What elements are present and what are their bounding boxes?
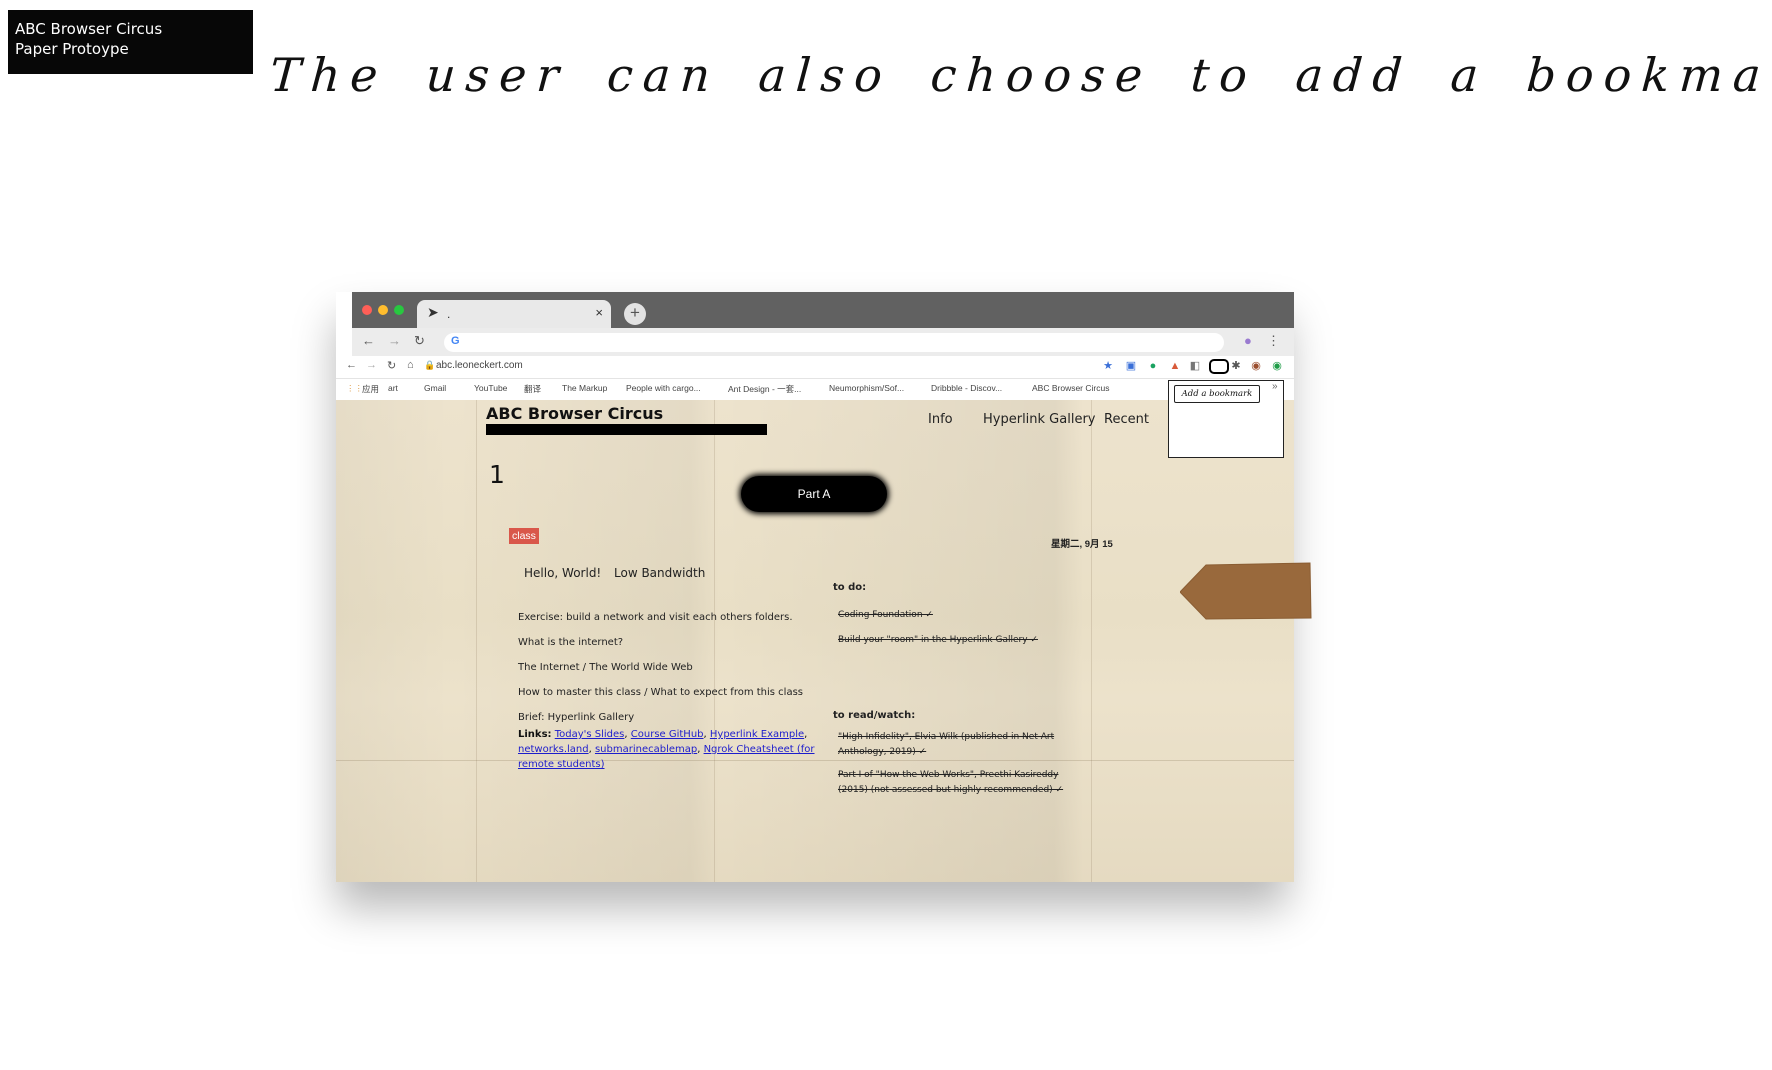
web-page: ABC Browser Circus Info Hyperlink Galler…	[336, 400, 1294, 882]
forward-icon[interactable]: →	[366, 359, 377, 371]
todo-item: Build your "room" in the Hyperlink Galle…	[838, 635, 1038, 645]
badge-line-1: ABC Browser Circus	[15, 20, 163, 38]
grammarly-icon[interactable]: ●	[1146, 359, 1160, 373]
class-number: 1	[489, 460, 505, 489]
link-submarinecablemap[interactable]: submarinecablemap	[595, 744, 697, 755]
part-a-button[interactable]: Part A	[741, 476, 887, 512]
tab-bar: ➤ . × +	[352, 292, 1294, 328]
back-icon[interactable]: ←	[346, 359, 357, 371]
subheading-low-bandwidth[interactable]: Low Bandwidth	[614, 566, 705, 580]
pointer-arrow-icon	[1180, 562, 1312, 620]
slide-title-badge: ABC Browser Circus Paper Protoype	[8, 10, 253, 74]
apps-icon: ⋮⋮	[346, 383, 363, 393]
bookmark-extension-icon[interactable]	[1209, 359, 1229, 374]
site-title[interactable]: ABC Browser Circus	[486, 404, 663, 423]
bookmark-apps[interactable]: 应用	[362, 383, 379, 395]
list-item: Brief: Hyperlink Gallery	[518, 712, 635, 723]
class-tag: class	[509, 528, 539, 544]
read-heading: to read/watch:	[833, 710, 916, 721]
bookmark-popup: Add a bookmark »	[1168, 380, 1284, 458]
read-item: "High Infidelity", Elvia Wilk (published…	[838, 732, 1055, 757]
reload-icon[interactable]: ↻	[414, 333, 425, 349]
minimize-window-button[interactable]	[378, 305, 388, 315]
todo-heading: to do:	[833, 582, 867, 593]
lock-icon: 🔒	[424, 360, 436, 370]
read-item: Part I of "How the Web Works", Preethi K…	[838, 770, 1064, 795]
handwritten-headline: The user can also choose to add a bookma…	[268, 48, 1772, 102]
paper-fold	[714, 400, 715, 882]
google-icon: G	[451, 335, 460, 347]
new-tab-button[interactable]: +	[624, 303, 646, 325]
omnibox[interactable]: G	[444, 333, 1224, 352]
outer-toolbar: ← → ↻ G ● ⋮	[352, 328, 1294, 356]
bookmark-art[interactable]: art	[388, 383, 398, 393]
bookmark-abc-browser-circus[interactable]: ABC Browser Circus	[1032, 383, 1109, 393]
paper-fold	[1091, 400, 1092, 882]
list-item: Exercise: build a network and visit each…	[518, 612, 793, 623]
translate-icon[interactable]: ▣	[1124, 359, 1138, 373]
site-title-bar	[486, 424, 767, 435]
popup-more-icon[interactable]: »	[1272, 381, 1278, 392]
bookmark-dribbble[interactable]: Dribbble - Discov...	[931, 383, 1002, 393]
back-icon[interactable]: ←	[362, 333, 375, 348]
badge-line-2: Paper Protoype	[15, 40, 129, 58]
cursor-icon: ➤	[427, 304, 439, 320]
list-item: How to master this class / What to expec…	[518, 687, 803, 698]
close-window-button[interactable]	[362, 305, 372, 315]
bookmark-the-markup[interactable]: The Markup	[562, 383, 607, 393]
avatar-icon[interactable]: ◉	[1249, 359, 1263, 373]
browser-tab[interactable]: ➤ . ×	[417, 300, 611, 328]
date-label: 星期二, 9月 15	[1051, 539, 1113, 550]
link-hyperlink-example[interactable]: Hyperlink Example	[710, 729, 804, 740]
browser-window: ➤ . × + ← → ↻ G ● ⋮ ← → ↻ ⌂ 🔒 abc.leonec…	[336, 292, 1294, 882]
profile-icon[interactable]: ●	[1244, 333, 1252, 348]
inner-toolbar: ← → ↻ ⌂ 🔒 abc.leoneckert.com ★ ▣ ● ▲ ◧ ✱…	[336, 356, 1294, 379]
tab-title: .	[447, 307, 451, 321]
update-icon[interactable]: ◉	[1270, 359, 1284, 373]
add-bookmark-button[interactable]: Add a bookmark	[1174, 385, 1260, 403]
screenshot-icon[interactable]: ◧	[1188, 359, 1202, 373]
tab-close-icon[interactable]: ×	[595, 305, 603, 320]
home-icon[interactable]: ⌂	[407, 359, 414, 371]
star-icon[interactable]: ★	[1101, 359, 1115, 373]
subheading-hello-world[interactable]: Hello, World!	[524, 566, 601, 580]
link-networks-land[interactable]: networks.land	[518, 744, 589, 755]
zoom-window-button[interactable]	[394, 305, 404, 315]
list-item: The Internet / The World Wide Web	[518, 662, 693, 673]
bookmark-ant-design[interactable]: Ant Design - 一套...	[728, 383, 801, 395]
paper-fold	[476, 400, 477, 882]
todo-item: Coding Foundation ✓	[838, 610, 933, 620]
links-label: Links:	[518, 729, 552, 740]
list-item: What is the internet?	[518, 637, 624, 648]
bookmark-neumorphism[interactable]: Neumorphism/Sof...	[829, 383, 904, 393]
bookmark-youtube[interactable]: YouTube	[474, 383, 507, 393]
bookmark-translate[interactable]: 翻译	[524, 383, 541, 395]
links-paragraph: Links: Today's Slides, Course GitHub, Hy…	[518, 729, 815, 770]
link-todays-slides[interactable]: Today's Slides	[555, 729, 625, 740]
bookmarks-bar: ⋮⋮ 应用 art Gmail YouTube 翻译 The Markup Pe…	[336, 379, 1294, 400]
menu-icon[interactable]: ⋮	[1267, 333, 1280, 349]
bookmark-gmail[interactable]: Gmail	[424, 383, 446, 393]
extension-icon[interactable]: ▲	[1168, 359, 1182, 373]
nav-info[interactable]: Info	[928, 412, 953, 427]
reload-icon[interactable]: ↻	[387, 359, 396, 372]
forward-icon[interactable]: →	[388, 333, 401, 348]
bookmark-cargo[interactable]: People with cargo...	[626, 383, 701, 393]
nav-hyperlink-gallery[interactable]: Hyperlink Gallery	[983, 412, 1096, 427]
link-course-github[interactable]: Course GitHub	[631, 729, 704, 740]
nav-recent[interactable]: Recent	[1104, 412, 1149, 427]
url-text[interactable]: abc.leoneckert.com	[436, 360, 523, 371]
puzzle-icon[interactable]: ✱	[1229, 359, 1243, 373]
